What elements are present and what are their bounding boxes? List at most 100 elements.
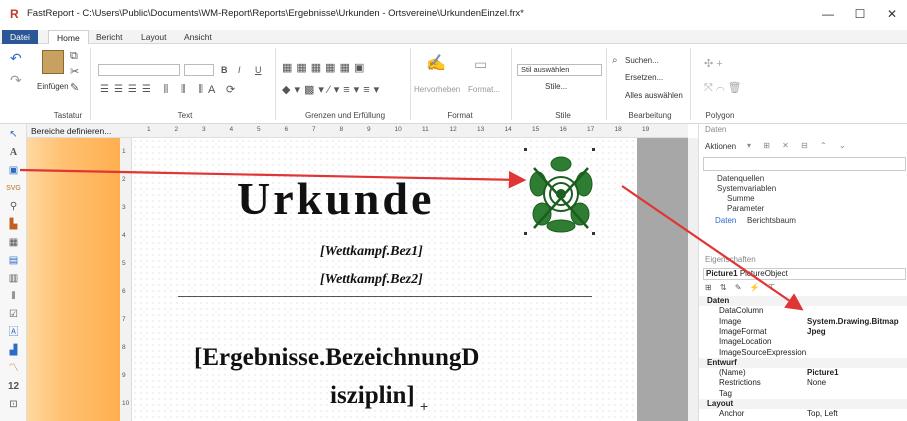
tab-daten[interactable]: Daten [715,216,736,225]
tree-systemvariablen[interactable]: Systemvariablen [717,184,776,193]
prop-value[interactable]: Top, Left [807,409,838,419]
select-all-button[interactable]: Alles auswählen [625,91,683,100]
style-dropdown[interactable]: Stil auswählen [517,64,602,76]
prop-value[interactable]: System.Drawing.Bitmap [807,317,899,327]
format-icon[interactable]: ▭ [474,57,487,71]
vruler-tick: 1 [122,148,126,155]
prop-row[interactable]: ImageLocation [699,337,907,347]
doc-wettkampf-bez2[interactable]: [Wettkampf.Bez2] [320,272,423,288]
group-format-label: Format [447,111,473,120]
matrix-tool-icon[interactable]: ▤ [0,252,27,270]
font-size-dropdown[interactable] [184,64,214,76]
cut-icon[interactable]: ✂ [70,66,79,78]
format-button[interactable]: Format... [468,85,500,94]
tree-datenquellen[interactable]: Datenquellen [717,174,764,183]
polygon-edit-icon[interactable]: ⤧ ⌒ 🗑 [704,82,742,94]
band-area[interactable] [27,124,120,421]
selection-handle[interactable] [524,232,527,235]
target-emblem-icon[interactable] [528,154,594,234]
rotate-icon[interactable]: ⟳ [226,84,235,96]
prop-row[interactable]: Anchor Top, Left [699,409,907,419]
tab-berichtsbaum[interactable]: Berichtsbaum [747,216,796,225]
highlight-button[interactable]: Hervorheben [414,85,460,94]
actions-menu[interactable]: Aktionen [705,142,736,151]
table-tool-icon[interactable]: ▦ [0,234,27,252]
checkbox-tool-icon[interactable]: ☑ [0,306,27,324]
ribbon: ↶ ↷ Einfügen ⧉ ✂ ✎ Tastatur B I U ☰☰☰☰ ⫼… [0,44,907,124]
replace-button[interactable]: Ersetzen... [625,73,663,82]
hruler-tick: 6 [284,126,289,133]
number-tool-icon[interactable]: 12 [0,378,27,396]
format-painter-icon[interactable]: ✎ [70,82,79,94]
maximize-button[interactable]: ☐ [852,6,868,22]
italic-button[interactable]: I [238,64,241,76]
prop-row[interactable]: Image System.Drawing.Bitmap [699,317,907,327]
data-search-input[interactable] [703,157,906,171]
doc-wettkampf-bez1[interactable]: [Wettkampf.Bez1] [320,244,423,260]
selection-handle[interactable] [592,148,595,151]
prop-row[interactable]: ImageSourceExpression [699,348,907,358]
fill-icons[interactable]: ◆▾▩▾⁄▾≡▾≡▾ [282,84,383,96]
report-page[interactable]: Urkunde [Wettkampf.Bez1] [Wettkampf.Bez2… [132,138,637,421]
underline-button[interactable]: U [255,64,262,76]
prop-category[interactable]: Entwurf [699,357,907,368]
canvas-scrollbar[interactable] [688,138,698,421]
prop-row[interactable]: ImageFormat Jpeg [699,327,907,337]
bold-button[interactable]: B [221,64,228,76]
tab-layout[interactable]: Layout [133,30,175,44]
prop-row[interactable]: Restrictions None [699,378,907,388]
barcode-tool-icon[interactable]: ⫴ [0,288,27,306]
search-icon[interactable]: ⌕ [612,55,618,67]
svg-tool-icon[interactable]: SVG [0,180,27,198]
picture-tool-icon[interactable]: ▣ [0,162,27,180]
tree-summe[interactable]: Summe [727,194,755,203]
prop-row[interactable]: DataColumn [699,306,907,316]
font-family-dropdown[interactable] [98,64,180,76]
font-color-icon[interactable]: A [208,84,215,96]
paste-icon[interactable] [42,50,64,74]
sparkline-tool-icon[interactable]: 〽 [0,360,27,378]
highlight-icon[interactable]: ✍ [426,56,446,72]
minimize-button[interactable]: — [820,6,836,22]
props-toolbar-icons[interactable]: ⊞ ⇅ ✎ ⚡ ⊤ [705,283,778,292]
richtext-tool-icon[interactable]: ▥ [0,270,27,288]
close-button[interactable]: ✕ [884,6,900,22]
tab-home[interactable]: Home [48,30,89,44]
group-polygon-label: Polygon [705,111,735,120]
subreport-tool-icon[interactable]: ▙ [0,216,27,234]
pointer-icon[interactable]: ↖ [0,126,27,144]
prop-row[interactable]: (Name) Picture1 [699,368,907,378]
copy-icon[interactable]: ⧉ [70,50,78,62]
prop-row[interactable]: Tag [699,389,907,399]
prop-value[interactable]: Picture1 [807,368,839,378]
search-button[interactable]: Suchen... [625,56,659,65]
tab-bericht[interactable]: Bericht [88,30,130,44]
prop-category[interactable]: Daten [699,296,907,306]
data-toolbar-icons[interactable]: ▾ ⊞ ✕ ⊟ ⌃ ⌄ [747,141,851,150]
tab-datei[interactable]: Datei [2,30,38,44]
object-selector[interactable]: Picture1 PictureObject [703,268,906,280]
prop-category[interactable]: Layout [699,399,907,409]
tab-ansicht[interactable]: Ansicht [176,30,220,44]
styles-button[interactable]: Stile... [545,82,567,91]
doc-field-line1[interactable]: [Ergebnisse.BezeichnungD [194,344,479,372]
shape-tool-icon[interactable]: ⚲ [0,198,27,216]
align-icons[interactable]: ☰☰☰☰ ⫼ ⫼ ⫼ [100,84,208,96]
selection-handle[interactable] [524,148,527,151]
text-box-tool-icon[interactable]: 🄰 [0,324,27,342]
doc-field-line2[interactable]: isziplin] [330,382,415,410]
selection-handle[interactable] [592,232,595,235]
text-tool-icon[interactable]: A [0,144,27,162]
chart-tool-icon[interactable]: ▟ [0,342,27,360]
define-bands-button[interactable]: Bereiche definieren... [27,124,135,138]
redo-icon[interactable]: ↷ [10,73,22,87]
zipcode-tool-icon[interactable]: ⊡ [0,396,27,414]
polygon-move-icon[interactable]: ✣ + [704,58,723,70]
prop-value[interactable]: None [807,378,826,388]
prop-value[interactable]: Jpeg [807,327,826,337]
border-icons[interactable]: ▦▦▦▦▦▣ [282,62,368,74]
paste-button[interactable]: Einfügen [37,82,69,91]
doc-title-urkunde[interactable]: Urkunde [237,172,434,225]
tree-parameter[interactable]: Parameter [727,204,764,213]
undo-icon[interactable]: ↶ [10,51,22,65]
